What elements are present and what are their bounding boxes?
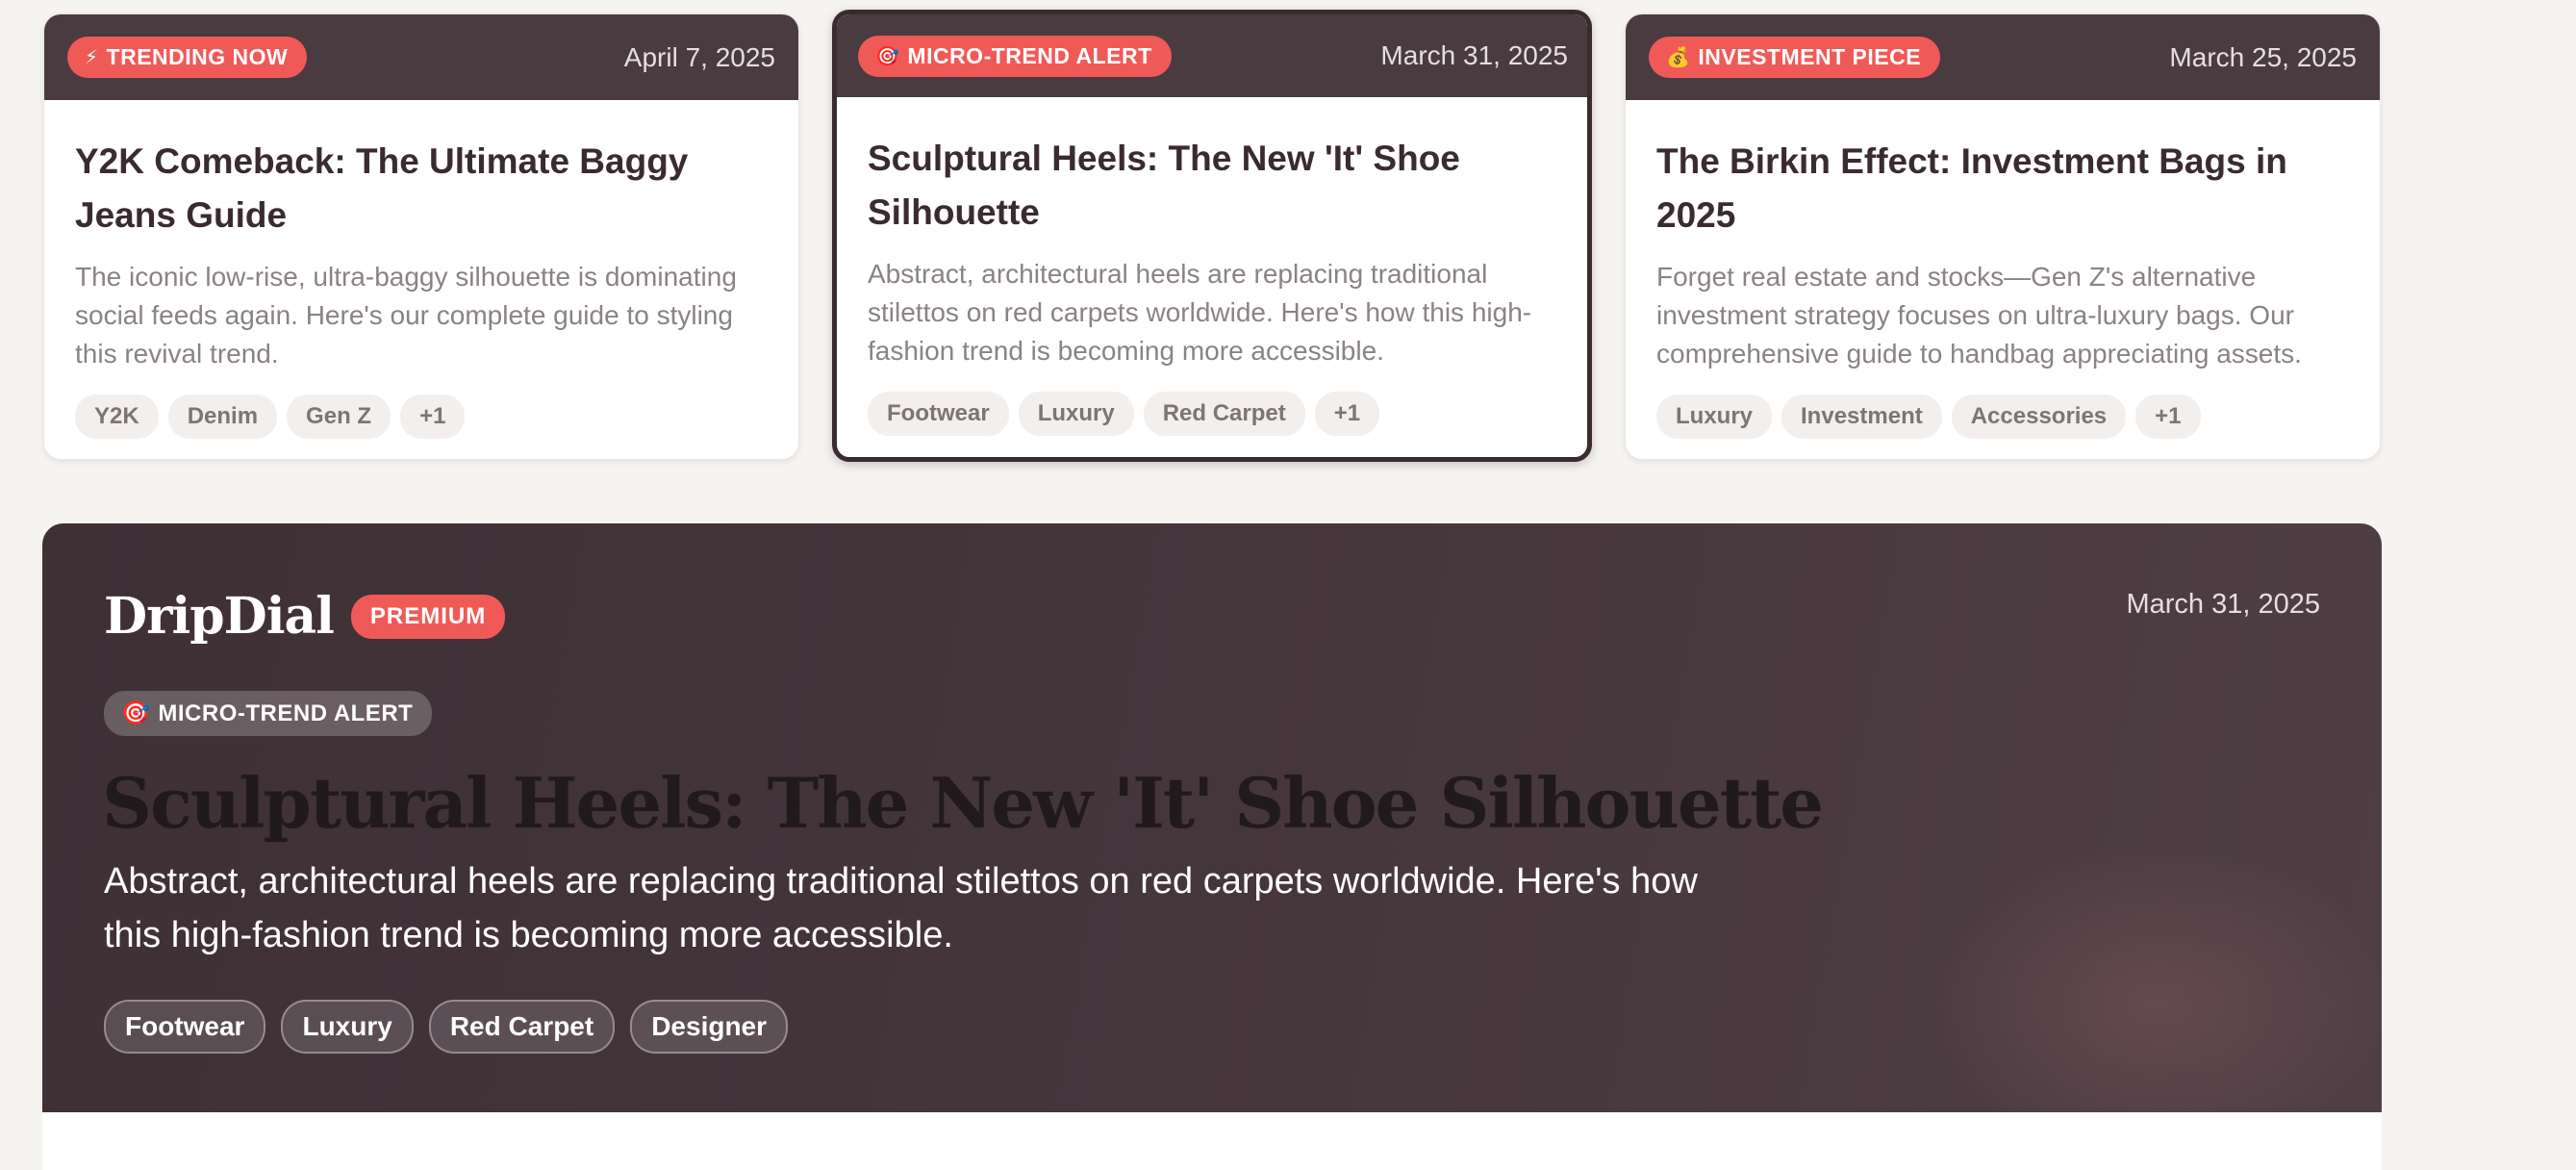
card-description: The iconic low-rise, ultra-baggy silhoue… xyxy=(75,262,737,369)
money-bag-icon: 💰 xyxy=(1666,47,1691,68)
more-tags[interactable]: +1 xyxy=(2135,394,2201,439)
tag[interactable]: Luxury xyxy=(1018,392,1134,436)
more-tags[interactable]: +1 xyxy=(400,394,466,439)
hero-description: Abstract, architectural heels are replac… xyxy=(104,861,1698,955)
category-badge: 🎯 MICRO-TREND ALERT xyxy=(858,35,1172,77)
tag[interactable]: Investment xyxy=(1781,394,1942,439)
card-title[interactable]: The Birkin Effect: Investment Bags in 20… xyxy=(1656,135,2351,242)
hero-tag[interactable]: Designer xyxy=(630,1000,789,1054)
tag[interactable]: Red Carpet xyxy=(1143,392,1305,436)
hero-category-label: MICRO-TREND ALERT xyxy=(158,699,414,726)
category-badge-label: MICRO-TREND ALERT xyxy=(907,42,1152,68)
hero-date: March 31, 2025 xyxy=(2126,589,2320,620)
card-tags: Luxury Investment Accessories +1 xyxy=(1656,394,2351,439)
tag[interactable]: Accessories xyxy=(1951,394,2127,439)
hero-tags: Footwear Luxury Red Carpet Designer xyxy=(104,1000,789,1054)
card-header: 💰 INVESTMENT PIECE March 25, 2025 xyxy=(1626,14,2380,100)
card-tags: Y2K Denim Gen Z +1 xyxy=(75,394,770,439)
article-card-y2k[interactable]: ⚡ TRENDING NOW April 7, 2025 Y2K Comebac… xyxy=(43,13,799,460)
tag[interactable]: Y2K xyxy=(75,394,159,439)
card-header: 🎯 MICRO-TREND ALERT March 31, 2025 xyxy=(837,14,1587,97)
lightning-icon: ⚡ xyxy=(85,47,99,68)
tag[interactable]: Footwear xyxy=(868,392,1009,436)
category-badge-label: TRENDING NOW xyxy=(106,44,289,69)
hero-tag[interactable]: Red Carpet xyxy=(428,1000,616,1054)
card-header: ⚡ TRENDING NOW April 7, 2025 xyxy=(44,14,798,100)
target-icon: 🎯 xyxy=(121,700,151,726)
category-badge: ⚡ TRENDING NOW xyxy=(67,37,308,78)
card-title[interactable]: Y2K Comeback: The Ultimate Baggy Jeans G… xyxy=(75,135,770,242)
brand-header: DripDial PREMIUM xyxy=(104,587,506,646)
card-date: March 31, 2025 xyxy=(1380,40,1568,70)
card-title[interactable]: Sculptural Heels: The New 'It' Shoe Silh… xyxy=(868,132,1562,240)
card-date: April 7, 2025 xyxy=(623,41,775,72)
dripdial-logo[interactable]: DripDial xyxy=(104,587,335,646)
card-date: March 25, 2025 xyxy=(2169,41,2357,72)
article-card-sculptural-heels[interactable]: 🎯 MICRO-TREND ALERT March 31, 2025 Sculp… xyxy=(832,10,1592,462)
hero-title: Sculptural Heels: The New 'It' Shoe Silh… xyxy=(102,762,1824,844)
tag[interactable]: Denim xyxy=(167,394,278,439)
premium-badge: PREMIUM xyxy=(350,594,506,639)
category-badge-label: INVESTMENT PIECE xyxy=(1698,44,1922,69)
card-description: Abstract, architectural heels are replac… xyxy=(868,259,1532,366)
article-card-birkin[interactable]: 💰 INVESTMENT PIECE March 25, 2025 The Bi… xyxy=(1625,13,2381,460)
article-card-list: ⚡ TRENDING NOW April 7, 2025 Y2K Comebac… xyxy=(43,10,2381,462)
category-badge: 💰 INVESTMENT PIECE xyxy=(1649,37,1941,78)
target-icon: 🎯 xyxy=(875,45,900,67)
featured-article-hero: DripDial PREMIUM March 31, 2025 🎯 MICRO-… xyxy=(42,523,2382,1112)
tag[interactable]: Gen Z xyxy=(287,394,391,439)
card-tags: Footwear Luxury Red Carpet +1 xyxy=(868,392,1562,436)
more-tags[interactable]: +1 xyxy=(1314,392,1380,436)
hero-category-badge: 🎯 MICRO-TREND ALERT xyxy=(104,691,433,736)
article-content-area xyxy=(42,1112,2382,1170)
hero-tag[interactable]: Luxury xyxy=(281,1000,414,1054)
tag[interactable]: Luxury xyxy=(1656,394,1773,439)
card-description: Forget real estate and stocks—Gen Z's al… xyxy=(1656,262,2302,369)
hero-tag[interactable]: Footwear xyxy=(104,1000,266,1054)
